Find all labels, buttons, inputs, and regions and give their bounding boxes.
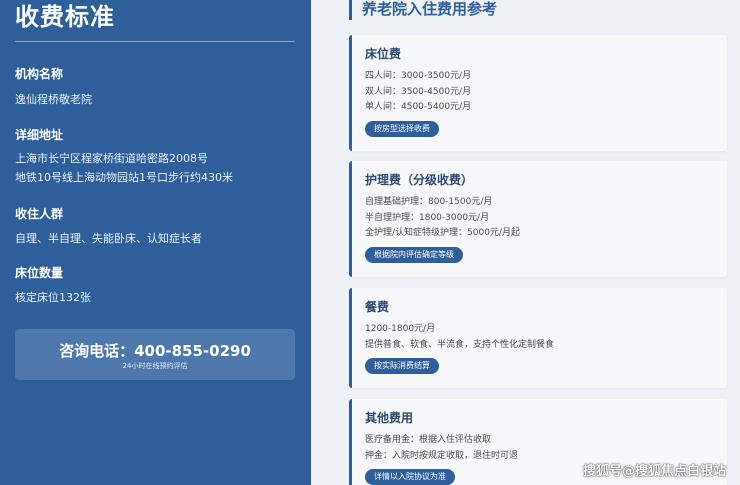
residents-section: 收住人群 自理、半自理、失能卧床、认知症长者 — [15, 206, 300, 248]
beds-section: 床位数量 核定床位132张 — [15, 265, 300, 307]
card-line: 双人间：3500-4500元/月 — [365, 86, 472, 97]
hotline-note: 24小时在线预约评估 — [122, 362, 188, 370]
address-line: 上海市长宁区程家桥街道哈密路2008号 — [15, 152, 208, 165]
institution-section: 机构名称 逸仙程桥敬老院 — [15, 66, 300, 109]
hotline-number[interactable]: 咨询电话：400-855-0290 — [15, 329, 295, 361]
panel-title: 收费标准 — [15, 3, 115, 31]
fee-standard-panel: 收费标准 机构名称 逸仙程桥敬老院 详细地址 上海市长宁区程家桥街道哈密路200… — [0, 0, 311, 485]
card-badge: 根据院内评估确定等级 — [365, 246, 463, 263]
card-line: 医疗备用金：根据入住评估收取 — [365, 435, 492, 445]
card-title: 护理费（分级收费） — [365, 173, 474, 187]
card-line: 1200-1800元/月 — [365, 324, 436, 334]
fee-card-bed: 床位费 四人间：3000-3500元/月 双人间：3500-4500元/月 单人… — [349, 35, 727, 151]
card-badge: 按房型选择收费 — [365, 120, 439, 137]
card-line: 全护理/认知症特级护理：5000元/月起 — [365, 228, 520, 238]
card-line: 提供普食、软食、半流食，支持个性化定制餐食 — [365, 339, 555, 350]
beds-value: 核定床位132张 — [15, 291, 91, 304]
address-label: 详细地址 — [15, 128, 64, 142]
institution-value: 逸仙程桥敬老院 — [15, 93, 92, 106]
title-divider — [15, 41, 295, 42]
card-title: 床位费 — [365, 47, 402, 61]
card-title: 餐费 — [365, 300, 390, 314]
hotline-box[interactable]: 咨询电话：400-855-0290 24小时在线预约评估 — [15, 329, 295, 380]
source-watermark: 搜狐号@搜狐焦点白银站 — [582, 464, 726, 479]
card-title: 其他费用 — [365, 411, 414, 425]
card-line: 半自理护理：1800-3000元/月 — [365, 212, 490, 223]
address-line: 地铁10号线上海动物园站1号口步行约430米 — [15, 171, 233, 184]
fee-card-nursing: 护理费（分级收费） 自理基础护理：800-1500元/月 半自理护理：1800-… — [349, 161, 727, 277]
institution-label: 机构名称 — [15, 67, 64, 81]
card-line: 四人间：3000-3500元/月 — [365, 71, 472, 81]
fee-reference-panel: 养老院入住费用参考 床位费 四人间：3000-3500元/月 双人间：3500-… — [311, 0, 740, 485]
card-badge: 按实际消费结算 — [365, 358, 439, 374]
section-title: 养老院入住费用参考 — [349, 0, 497, 20]
card-badge: 详情以入院协议为准 — [365, 469, 455, 485]
card-line: 单人间：4500-5400元/月 — [365, 102, 472, 112]
residents-value: 自理、半自理、失能卧床、认知症长者 — [15, 232, 202, 245]
fee-card-meals: 餐费 1200-1800元/月 提供普食、软食、半流食，支持个性化定制餐食 按实… — [349, 288, 727, 388]
card-line: 自理基础护理：800-1500元/月 — [365, 197, 493, 207]
residents-label: 收住人群 — [15, 207, 64, 221]
address-section: 详细地址 上海市长宁区程家桥街道哈密路2008号 地铁10号线上海动物园站1号口… — [15, 127, 300, 187]
beds-label: 床位数量 — [15, 266, 64, 280]
